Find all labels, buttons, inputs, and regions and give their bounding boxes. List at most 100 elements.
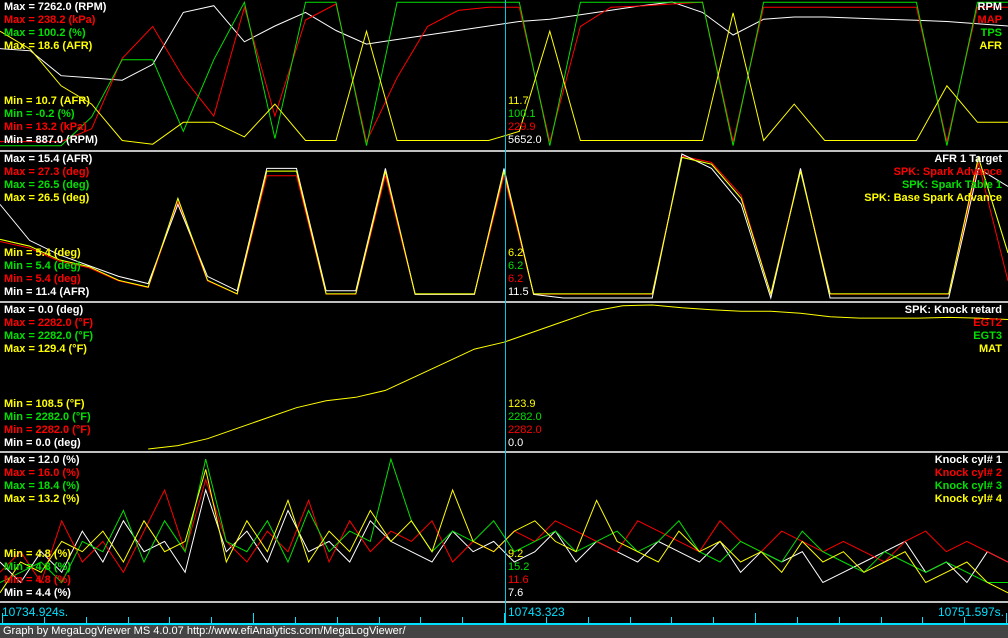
axis-tick xyxy=(462,617,464,623)
axis-tick xyxy=(838,617,840,623)
axis-tick xyxy=(587,617,589,623)
trace-spk-spark-advance xyxy=(0,155,1008,297)
axis-tick xyxy=(629,617,631,623)
axis-tick xyxy=(253,613,254,623)
panel-knock[interactable]: Max = 12.0 (%) Max = 16.0 (%) Max = 18.4 (… xyxy=(0,453,1008,603)
cursor-value: 5652.0 xyxy=(508,134,542,146)
axis-tick xyxy=(755,613,756,623)
legend-item: Knock cyl# 2 xyxy=(934,467,1002,479)
trace-rpm xyxy=(0,1,1008,81)
axis-start-label: 10734.924s. xyxy=(2,605,69,619)
trace-plot xyxy=(148,304,1008,450)
min-label: Min = 4.4 (%) xyxy=(4,587,71,599)
axis-tick xyxy=(169,617,171,623)
legend-item: Knock cyl# 4 xyxy=(934,493,1002,505)
trace-mat xyxy=(148,304,1008,450)
legend-item: SPK: Spark Advance xyxy=(893,166,1002,178)
axis-tick xyxy=(671,617,673,623)
cursor-value: 2282.0 xyxy=(508,424,542,436)
min-label: Min = 10.7 (AFR) xyxy=(4,95,90,107)
trace-afr xyxy=(0,12,1008,145)
cursor-value: 229.9 xyxy=(508,121,536,133)
min-label: Min = 4.8 (%) xyxy=(4,561,71,573)
time-axis[interactable]: 10734.924s. 10743.323 10751.597s. xyxy=(0,603,1008,625)
trace-plot xyxy=(0,457,1008,594)
time-cursor[interactable] xyxy=(505,0,506,625)
trace-plot xyxy=(0,0,1008,147)
axis-tick xyxy=(964,617,966,623)
max-label: Max = 238.2 (kPa) xyxy=(4,14,96,26)
legend-item: MAP xyxy=(977,14,1002,26)
min-label: Min = 5.4 (deg) xyxy=(4,260,81,272)
legend-item: EGT2 xyxy=(973,317,1002,329)
axis-tick xyxy=(85,617,87,623)
axis-tick xyxy=(713,617,715,623)
axis-tick xyxy=(336,617,338,623)
cursor-value: 11.7 xyxy=(508,95,529,107)
panel-engine[interactable]: Max = 7262.0 (RPM) Max = 238.2 (kPa) Max =… xyxy=(0,0,1008,152)
legend-item: SPK: Knock retard xyxy=(904,304,1002,316)
axis-tick xyxy=(43,617,45,623)
max-label: Max = 129.4 (°F) xyxy=(4,343,87,355)
max-label: Max = 13.2 (%) xyxy=(4,493,80,505)
min-label: Min = 5.4 (deg) xyxy=(4,273,81,285)
max-label: Max = 12.0 (%) xyxy=(4,454,80,466)
cursor-value: 9.2 xyxy=(508,548,524,560)
trace-spk-base-spark-advance xyxy=(0,155,1008,296)
panel-temperature[interactable]: Max = 0.0 (deg) Max = 2282.0 (°F) Max = 22… xyxy=(0,303,1008,453)
axis-tick xyxy=(378,617,380,623)
axis-tick xyxy=(2,613,3,623)
legend-item: SPK: Spark Table 1 xyxy=(901,179,1002,191)
axis-end-label: 10751.597s. xyxy=(937,605,1004,619)
axis-tick xyxy=(796,617,798,623)
axis-tick xyxy=(127,617,129,623)
max-label: Max = 27.3 (deg) xyxy=(4,166,90,178)
min-label: Min = 0.0 (deg) xyxy=(4,437,81,449)
cursor-value: 100.1 xyxy=(508,108,536,120)
legend-item: AFR xyxy=(979,40,1002,52)
max-label: Max = 0.0 (deg) xyxy=(4,304,84,316)
min-label: Min = 108.5 (°F) xyxy=(4,398,85,410)
cursor-value: 11.5 xyxy=(508,286,529,298)
cursor-value: 6.2 xyxy=(508,273,524,285)
trace-spk-spark-table-1 xyxy=(0,155,1008,296)
max-label: Max = 15.4 (AFR) xyxy=(4,153,93,165)
min-label: Min = 5.4 (deg) xyxy=(4,247,81,259)
legend-item: Knock cyl# 1 xyxy=(934,454,1002,466)
trace-knock-cyl-3 xyxy=(0,457,1008,584)
axis-tick xyxy=(211,617,213,623)
cursor-value: 6.2 xyxy=(508,247,524,259)
legend-item: TPS xyxy=(980,27,1002,39)
min-label: Min = 4.8 (%) xyxy=(4,548,71,560)
max-label: Max = 16.0 (%) xyxy=(4,467,80,479)
legend-item: Knock cyl# 3 xyxy=(934,480,1002,492)
legend-item: MAT xyxy=(978,343,1002,355)
max-label: Max = 18.4 (%) xyxy=(4,480,80,492)
trace-plot xyxy=(0,153,1008,300)
axis-tick xyxy=(880,617,882,623)
min-label: Min = 11.4 (AFR) xyxy=(4,286,90,298)
max-label: Max = 26.5 (deg) xyxy=(4,192,90,204)
max-label: Max = 100.2 (%) xyxy=(4,27,86,39)
min-label: Min = -0.2 (%) xyxy=(4,108,75,120)
max-label: Max = 26.5 (deg) xyxy=(4,179,90,191)
min-label: Min = 13.2 (kPa) xyxy=(4,121,87,133)
panel-spark[interactable]: Max = 15.4 (AFR) Max = 27.3 (deg) Max = 26… xyxy=(0,152,1008,303)
axis-tick xyxy=(545,617,547,623)
trace-map xyxy=(0,1,1008,144)
axis-tick xyxy=(922,617,924,623)
max-label: Max = 2282.0 (°F) xyxy=(4,330,94,342)
cursor-value: 123.9 xyxy=(508,398,536,410)
legend-item: EGT3 xyxy=(973,330,1002,342)
axis-tick xyxy=(420,617,422,623)
max-label: Max = 2282.0 (°F) xyxy=(4,317,94,329)
axis-tick xyxy=(294,617,296,623)
cursor-value: 15.2 xyxy=(508,561,530,573)
min-label: Min = 2282.0 (°F) xyxy=(4,424,91,436)
trace-knock-cyl-4 xyxy=(0,469,1008,594)
max-label: Max = 7262.0 (RPM) xyxy=(4,1,107,13)
min-label: Min = 887.0 (RPM) xyxy=(4,134,98,146)
min-label: Min = 2282.0 (°F) xyxy=(4,411,91,423)
cursor-value: 2282.0 xyxy=(508,411,542,423)
axis-tick xyxy=(504,613,505,623)
